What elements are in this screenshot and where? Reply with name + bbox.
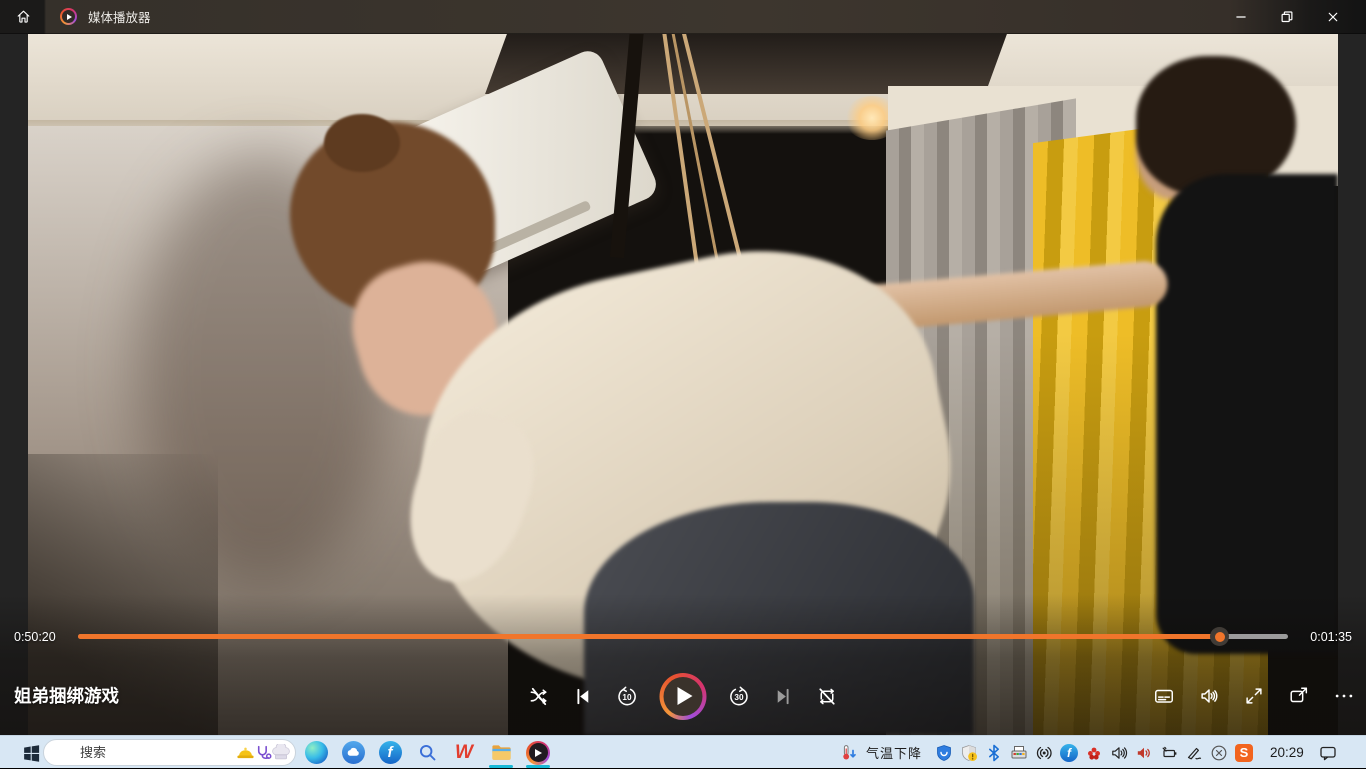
fullscreen-icon <box>1243 685 1265 707</box>
skip-back-10-button[interactable]: 10 <box>616 685 639 708</box>
flash-tray-icon[interactable]: f <box>1060 744 1078 762</box>
file-explorer-icon[interactable] <box>489 741 513 765</box>
close-button[interactable] <box>1310 0 1356 33</box>
restore-button[interactable] <box>1264 0 1310 33</box>
center-controls: 10 30 <box>528 672 839 720</box>
media-title: 姐弟捆绑游戏 <box>14 683 119 708</box>
home-icon <box>15 8 32 25</box>
media-player-logo-icon <box>60 8 77 25</box>
notifications-chat-icon[interactable] <box>1319 744 1337 762</box>
video-art <box>324 114 400 172</box>
skip-forward-30-button[interactable]: 30 <box>728 685 751 708</box>
minimize-button[interactable] <box>1218 0 1264 33</box>
shuffle-off-button[interactable] <box>528 685 551 708</box>
more-options-icon <box>1333 685 1355 707</box>
next-track-button-disabled[interactable] <box>772 685 795 708</box>
play-icon <box>664 677 703 716</box>
titlebar: 媒体播放器 <box>0 0 1366 34</box>
wireless-signal-icon[interactable] <box>1035 744 1053 762</box>
volume-tray-icon[interactable] <box>1110 744 1128 762</box>
subtitles-button[interactable] <box>1152 685 1175 708</box>
search-icon <box>56 745 71 760</box>
close-icon <box>1324 8 1342 26</box>
skip-forward-30-icon: 30 <box>728 685 751 708</box>
search-highlights[interactable] <box>236 744 290 762</box>
volume-button[interactable] <box>1197 685 1220 708</box>
start-button[interactable] <box>21 743 41 763</box>
seek-handle[interactable] <box>1210 627 1229 646</box>
weather-thermometer-icon[interactable] <box>840 744 858 762</box>
cast-to-device-icon <box>1288 685 1310 707</box>
next-track-icon <box>772 685 795 708</box>
fullscreen-button[interactable] <box>1242 685 1265 708</box>
taskbar: f W 气温下降 <box>0 735 1366 768</box>
wps-office-icon[interactable]: W <box>452 741 476 765</box>
search-tool-icon[interactable] <box>415 741 439 765</box>
defender-alert-shield-icon[interactable] <box>960 744 978 762</box>
previous-track-icon <box>572 685 595 708</box>
scanner-printer-icon[interactable] <box>1010 744 1028 762</box>
repeat-off-button[interactable] <box>816 685 839 708</box>
red-cluster-icon[interactable] <box>1085 744 1103 762</box>
seek-bar[interactable] <box>78 634 1288 639</box>
svg-text:30: 30 <box>734 693 744 702</box>
chefhat-icon <box>272 744 290 762</box>
right-controls <box>1152 672 1355 720</box>
hardhat-icon <box>236 744 255 762</box>
audio-app-icon[interactable] <box>1135 744 1153 762</box>
windows-logo-icon <box>22 744 41 763</box>
minimize-icon <box>1232 8 1250 26</box>
media-player-app-icon[interactable] <box>526 741 550 765</box>
transport-controls: 姐弟捆绑游戏 10 <box>0 672 1366 720</box>
tray-weather-status[interactable]: 气温下降 <box>866 743 922 762</box>
restore-icon <box>1278 8 1296 26</box>
skip-back-10-icon: 10 <box>616 685 639 708</box>
seek-row: 0:50:20 0:01:35 <box>0 626 1366 648</box>
taskbar-search-box[interactable] <box>43 739 296 766</box>
more-options-button[interactable] <box>1332 685 1355 708</box>
flash-player-icon[interactable]: f <box>378 741 402 765</box>
cloud-browser-icon[interactable] <box>341 741 365 765</box>
volume-icon <box>1198 685 1220 707</box>
pen-tool-icon[interactable] <box>1185 744 1203 762</box>
previous-track-button[interactable] <box>572 685 595 708</box>
svg-text:10: 10 <box>622 693 632 702</box>
seek-fill <box>78 634 1219 639</box>
disconnected-icon[interactable] <box>1210 744 1228 762</box>
subtitles-icon <box>1153 685 1175 707</box>
edge-browser-icon[interactable] <box>304 741 328 765</box>
repeat-off-icon <box>816 685 839 708</box>
bluetooth-icon[interactable] <box>985 744 1003 762</box>
tray-clock[interactable]: 20:29 <box>1270 745 1304 760</box>
stethoscope-icon <box>255 744 272 762</box>
play-button[interactable] <box>660 673 707 720</box>
sogou-input-icon[interactable]: S <box>1235 744 1253 762</box>
home-button[interactable] <box>0 0 46 34</box>
player-stage: 0:50:20 0:01:35 姐弟捆绑游戏 <box>0 34 1366 735</box>
video-art <box>1156 174 1338 654</box>
pen-battery-icon[interactable] <box>1160 744 1178 762</box>
shuffle-off-icon <box>528 685 551 708</box>
time-remaining: 0:01:35 <box>1310 626 1352 648</box>
taskbar-app-icons: f W <box>304 736 550 769</box>
system-tray: 气温下降 f <box>840 736 1341 769</box>
window-title: 媒体播放器 <box>88 7 151 26</box>
time-elapsed: 0:50:20 <box>14 626 56 648</box>
cast-to-device-button[interactable] <box>1287 685 1310 708</box>
window-controls <box>1218 0 1366 33</box>
search-input[interactable] <box>80 745 236 760</box>
security-shield-icon[interactable] <box>935 744 953 762</box>
